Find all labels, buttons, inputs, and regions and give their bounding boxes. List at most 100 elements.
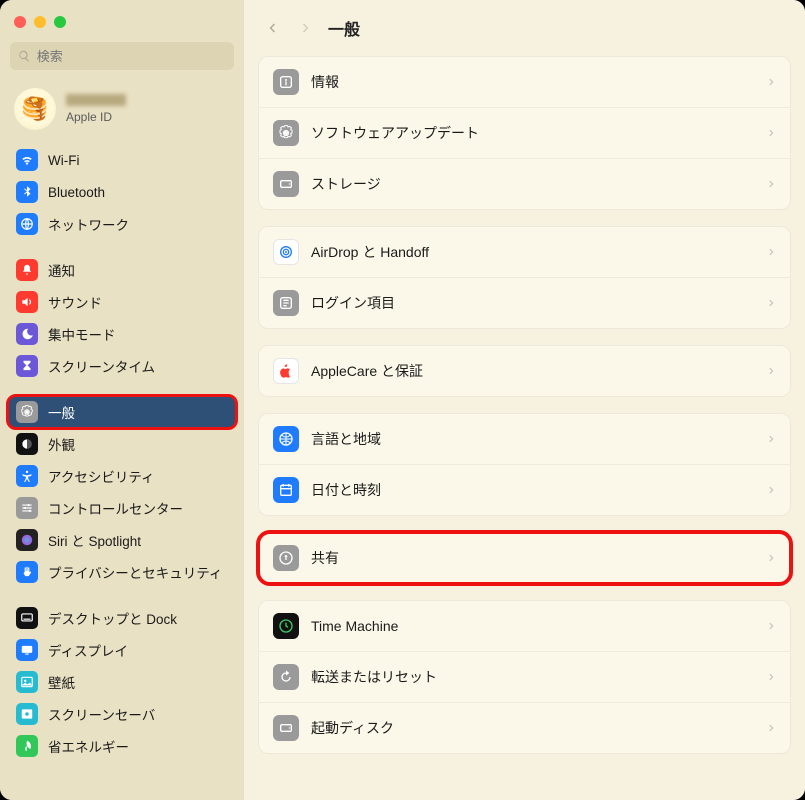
settings-row-airdrop[interactable]: AirDrop と Handoff [259,227,790,278]
share-icon [273,545,299,571]
settings-row-info[interactable]: 情報 [259,57,790,108]
sidebar-item-sound[interactable]: サウンド [8,286,236,318]
main-pane: 一般 情報ソフトウェアアップデートストレージ AirDrop と Handoff ロ… [244,0,805,800]
page-title: 一般 [328,16,360,40]
row-label: 言語と地域 [311,429,381,449]
sidebar-item-display[interactable]: ディスプレイ [8,634,236,666]
chevron-right-icon [766,720,776,736]
row-label: 起動ディスク [311,718,394,738]
sidebar-item-label: 通知 [48,260,75,280]
chevron-right-icon [766,482,776,498]
settings-group: Time Machine 転送またはリセット起動ディスク [258,600,791,754]
appearance-icon [16,433,38,455]
chevron-right-icon [766,244,776,260]
sidebar-item-label: アクセシビリティ [48,466,155,486]
sidebar-item-bluetooth[interactable]: Bluetooth [8,176,236,208]
settings-group: 情報ソフトウェアアップデートストレージ [258,56,791,210]
chevron-right-icon [766,125,776,141]
settings-group: 共有 [258,532,791,584]
content: 情報ソフトウェアアップデートストレージ AirDrop と Handoff ログイン… [244,56,805,800]
sidebar-item-accessibility[interactable]: アクセシビリティ [8,460,236,492]
sidebar-item-label: Bluetooth [48,185,105,200]
row-label: ソフトウェアアップデート [311,123,479,143]
zoom-button[interactable] [54,16,66,28]
disk-icon [273,171,299,197]
sidebar-item-label: 一般 [48,402,75,422]
sidebar-item-sliders[interactable]: コントロールセンター [8,492,236,524]
siri-icon [16,529,38,551]
settings-row-calendar[interactable]: 日付と時刻 [259,465,790,515]
clock-icon [273,613,299,639]
avatar: 🥞 [14,88,56,130]
login-icon [273,290,299,316]
row-label: 日付と時刻 [311,480,381,500]
settings-row-disk[interactable]: ストレージ [259,159,790,209]
row-label: ログイン項目 [311,293,395,313]
row-label: AppleCare と保証 [311,361,423,381]
sidebar-item-label: スクリーンタイム [48,356,155,376]
settings-row-login[interactable]: ログイン項目 [259,278,790,328]
sidebar-item-hand[interactable]: プライバシーとセキュリティ [8,556,236,588]
sidebar-item-label: Siri と Spotlight [48,530,141,550]
sidebar-item-label: コントロールセンター [48,498,183,518]
settings-row-apple[interactable]: AppleCare と保証 [259,346,790,396]
forward-button[interactable] [296,19,314,37]
wifi-icon [16,149,38,171]
row-label: Time Machine [311,618,398,634]
search-input[interactable] [37,49,226,64]
back-button[interactable] [264,19,282,37]
reset-icon [273,664,299,690]
minimize-button[interactable] [34,16,46,28]
chevron-right-icon [766,431,776,447]
account-name-redacted [66,94,126,106]
globe-icon [273,426,299,452]
sidebar-item-appearance[interactable]: 外観 [8,428,236,460]
display-icon [16,639,38,661]
bell-icon [16,259,38,281]
hourglass-icon [16,355,38,377]
settings-row-clock[interactable]: Time Machine [259,601,790,652]
sidebar-item-screensaver[interactable]: スクリーンセーバ [8,698,236,730]
wallpaper-icon [16,671,38,693]
account-row[interactable]: 🥞 Apple ID [0,80,244,144]
settings-row-gear[interactable]: ソフトウェアアップデート [259,108,790,159]
apple-icon [273,358,299,384]
sidebar-item-network[interactable]: ネットワーク [8,208,236,240]
chevron-right-icon [766,669,776,685]
sidebar-item-moon[interactable]: 集中モード [8,318,236,350]
sidebar-item-wifi[interactable]: Wi-Fi [8,144,236,176]
settings-row-reset[interactable]: 転送またはリセット [259,652,790,703]
settings-group: 言語と地域日付と時刻 [258,413,791,516]
sidebar-item-hourglass[interactable]: スクリーンタイム [8,350,236,382]
dock-icon [16,607,38,629]
window-controls [0,8,244,42]
network-icon [16,213,38,235]
sidebar-item-gear[interactable]: 一般 [8,396,236,428]
sidebar-item-label: スクリーンセーバ [48,704,155,724]
sidebar-item-label: ディスプレイ [48,640,128,660]
row-label: AirDrop と Handoff [311,242,429,262]
search-icon [18,49,31,63]
sidebar-item-label: 集中モード [48,324,116,344]
sidebar-item-label: 壁紙 [48,672,75,692]
sidebar-item-leaf[interactable]: 省エネルギー [8,730,236,762]
sidebar-item-label: 省エネルギー [48,736,129,756]
screensaver-icon [16,703,38,725]
sliders-icon [16,497,38,519]
close-button[interactable] [14,16,26,28]
topbar: 一般 [244,0,805,56]
sidebar-item-siri[interactable]: Siri と Spotlight [8,524,236,556]
sidebar-item-bell[interactable]: 通知 [8,254,236,286]
sidebar-item-dock[interactable]: デスクトップと Dock [8,602,236,634]
settings-group: AppleCare と保証 [258,345,791,397]
settings-window: 🥞 Apple ID Wi-Fi Bluetooth ネットワーク通知サウンド集中モ… [0,0,805,800]
settings-row-disk[interactable]: 起動ディスク [259,703,790,753]
sidebar-nav: Wi-Fi Bluetooth ネットワーク通知サウンド集中モードスクリーンタイム一… [0,144,244,800]
row-label: ストレージ [311,174,381,194]
moon-icon [16,323,38,345]
search-field[interactable] [10,42,234,70]
sidebar-item-wallpaper[interactable]: 壁紙 [8,666,236,698]
disk-icon [273,715,299,741]
settings-row-globe[interactable]: 言語と地域 [259,414,790,465]
settings-row-share[interactable]: 共有 [259,533,790,583]
